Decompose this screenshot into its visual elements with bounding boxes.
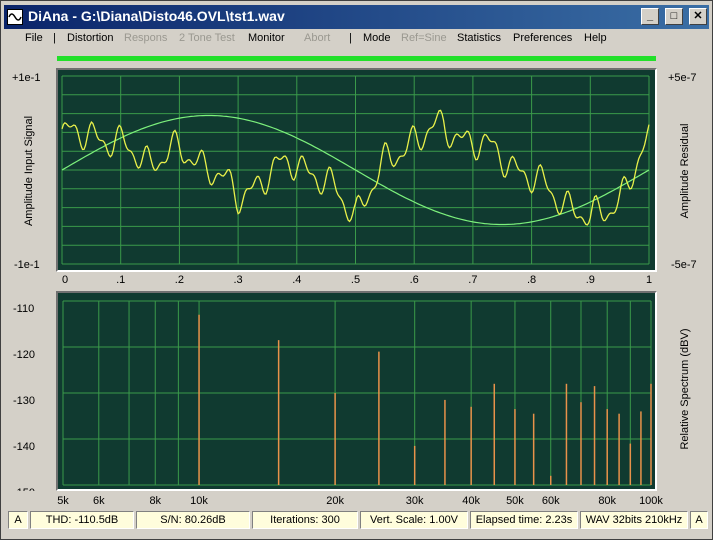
status-bar: A THD: -110.5dB S/N: 80.26dB Iterations:… [4,510,709,530]
x-tick-label: .9 [586,274,595,286]
y-tick-label: -130 [13,395,35,407]
status-elapsed-time: Elapsed time: 2.23s [470,511,578,529]
x-tick-label: .4 [292,274,301,286]
progress-bar [57,56,656,61]
menu-abort[interactable]: Abort [304,32,330,44]
window-title: DiAna - G:\Diana\Disto46.OVL\tst1.wav [28,8,285,24]
maximize-button[interactable]: □ [665,8,683,25]
menu-separator: | [53,32,56,44]
x-tick-label: 10k [190,495,208,507]
x-tick-label: 30k [406,495,424,507]
right-axis-label: Amplitude Residual [679,123,691,219]
menu-ref-sine[interactable]: Ref=Sine [401,32,447,44]
waveform-panel [56,68,657,272]
x-tick-label: 5k [57,495,69,507]
title-bar[interactable]: DiAna - G:\Diana\Disto46.OVL\tst1.wav _ … [4,5,709,29]
x-tick-label: 100k [639,495,663,507]
menu-preferences[interactable]: Preferences [513,32,572,44]
minimize-button[interactable]: _ [641,8,659,25]
spectrum-x-axis: 5k 6k 8k 10k 20k 30k 40k 50k 60k 80k 100k [57,495,663,507]
close-button[interactable]: ✕ [689,8,707,25]
x-tick-label: 6k [93,495,105,507]
status-right-indicator: A [690,511,708,529]
menu-bar: File | Distortion Respons 2 Tone Test Mo… [4,29,709,49]
x-tick-label: 1 [646,274,652,286]
x-tick-label: 60k [542,495,560,507]
status-vertical-scale: Vert. Scale: 1.00V [360,511,468,529]
x-tick-label: 50k [506,495,524,507]
main-window: DiAna - G:\Diana\Disto46.OVL\tst1.wav _ … [0,0,713,540]
menu-respons[interactable]: Respons [124,32,167,44]
spectrum-y-axis: -110 -120 -130 -140 -150 [13,303,35,491]
app-icon[interactable] [7,9,23,25]
spectrum-axis-label: Relative Spectrum (dBV) [679,328,691,450]
menu-file[interactable]: File [25,32,43,44]
x-tick-label: .7 [468,274,477,286]
close-icon: ✕ [693,10,703,22]
y-tick-label: -110 [13,303,34,315]
y-tick-label: -140 [13,441,35,453]
menu-help[interactable]: Help [584,32,607,44]
spectrum-plot [62,300,652,486]
x-tick-label: .5 [351,274,360,286]
status-left-indicator: A [8,511,28,529]
x-tick-label: .8 [527,274,536,286]
x-tick-label: .2 [175,274,184,286]
minimize-icon: _ [646,10,654,22]
waveform-x-axis: 0 .1 .2 .3 .4 .5 .6 .7 .8 .9 1 [62,274,652,286]
x-tick-label: .6 [410,274,419,286]
left-axis-label: Amplitude Input Signal [23,115,35,227]
maximize-icon: □ [670,10,678,22]
x-tick-label: 20k [326,495,344,507]
menu-2-tone-test[interactable]: 2 Tone Test [179,32,235,44]
x-tick-label: 40k [462,495,480,507]
waveform-plot [61,75,650,265]
y-tick-label: -150 [13,487,35,491]
y-tick-label: -120 [13,349,35,361]
left-bottom-value: -1e-1 [14,259,40,271]
left-top-value: +1e-1 [12,72,41,84]
status-format: WAV 32bits 210kHz [580,511,688,529]
menu-separator: | [349,32,352,44]
menu-distortion[interactable]: Distortion [67,32,113,44]
x-tick-label: 0 [62,274,68,286]
x-tick-label: 80k [598,495,616,507]
x-tick-label: 8k [149,495,161,507]
menu-monitor[interactable]: Monitor [248,32,285,44]
x-tick-label: .3 [234,274,243,286]
x-tick-label: .1 [116,274,125,286]
menu-mode[interactable]: Mode [363,32,391,44]
status-iterations: Iterations: 300 [252,511,358,529]
menu-statistics[interactable]: Statistics [457,32,501,44]
spectrum-panel [56,291,657,491]
right-bottom-value: -5e-7 [671,259,697,271]
status-thd: THD: -110.5dB [30,511,134,529]
right-top-value: +5e-7 [668,72,697,84]
status-sn: S/N: 80.26dB [136,511,250,529]
